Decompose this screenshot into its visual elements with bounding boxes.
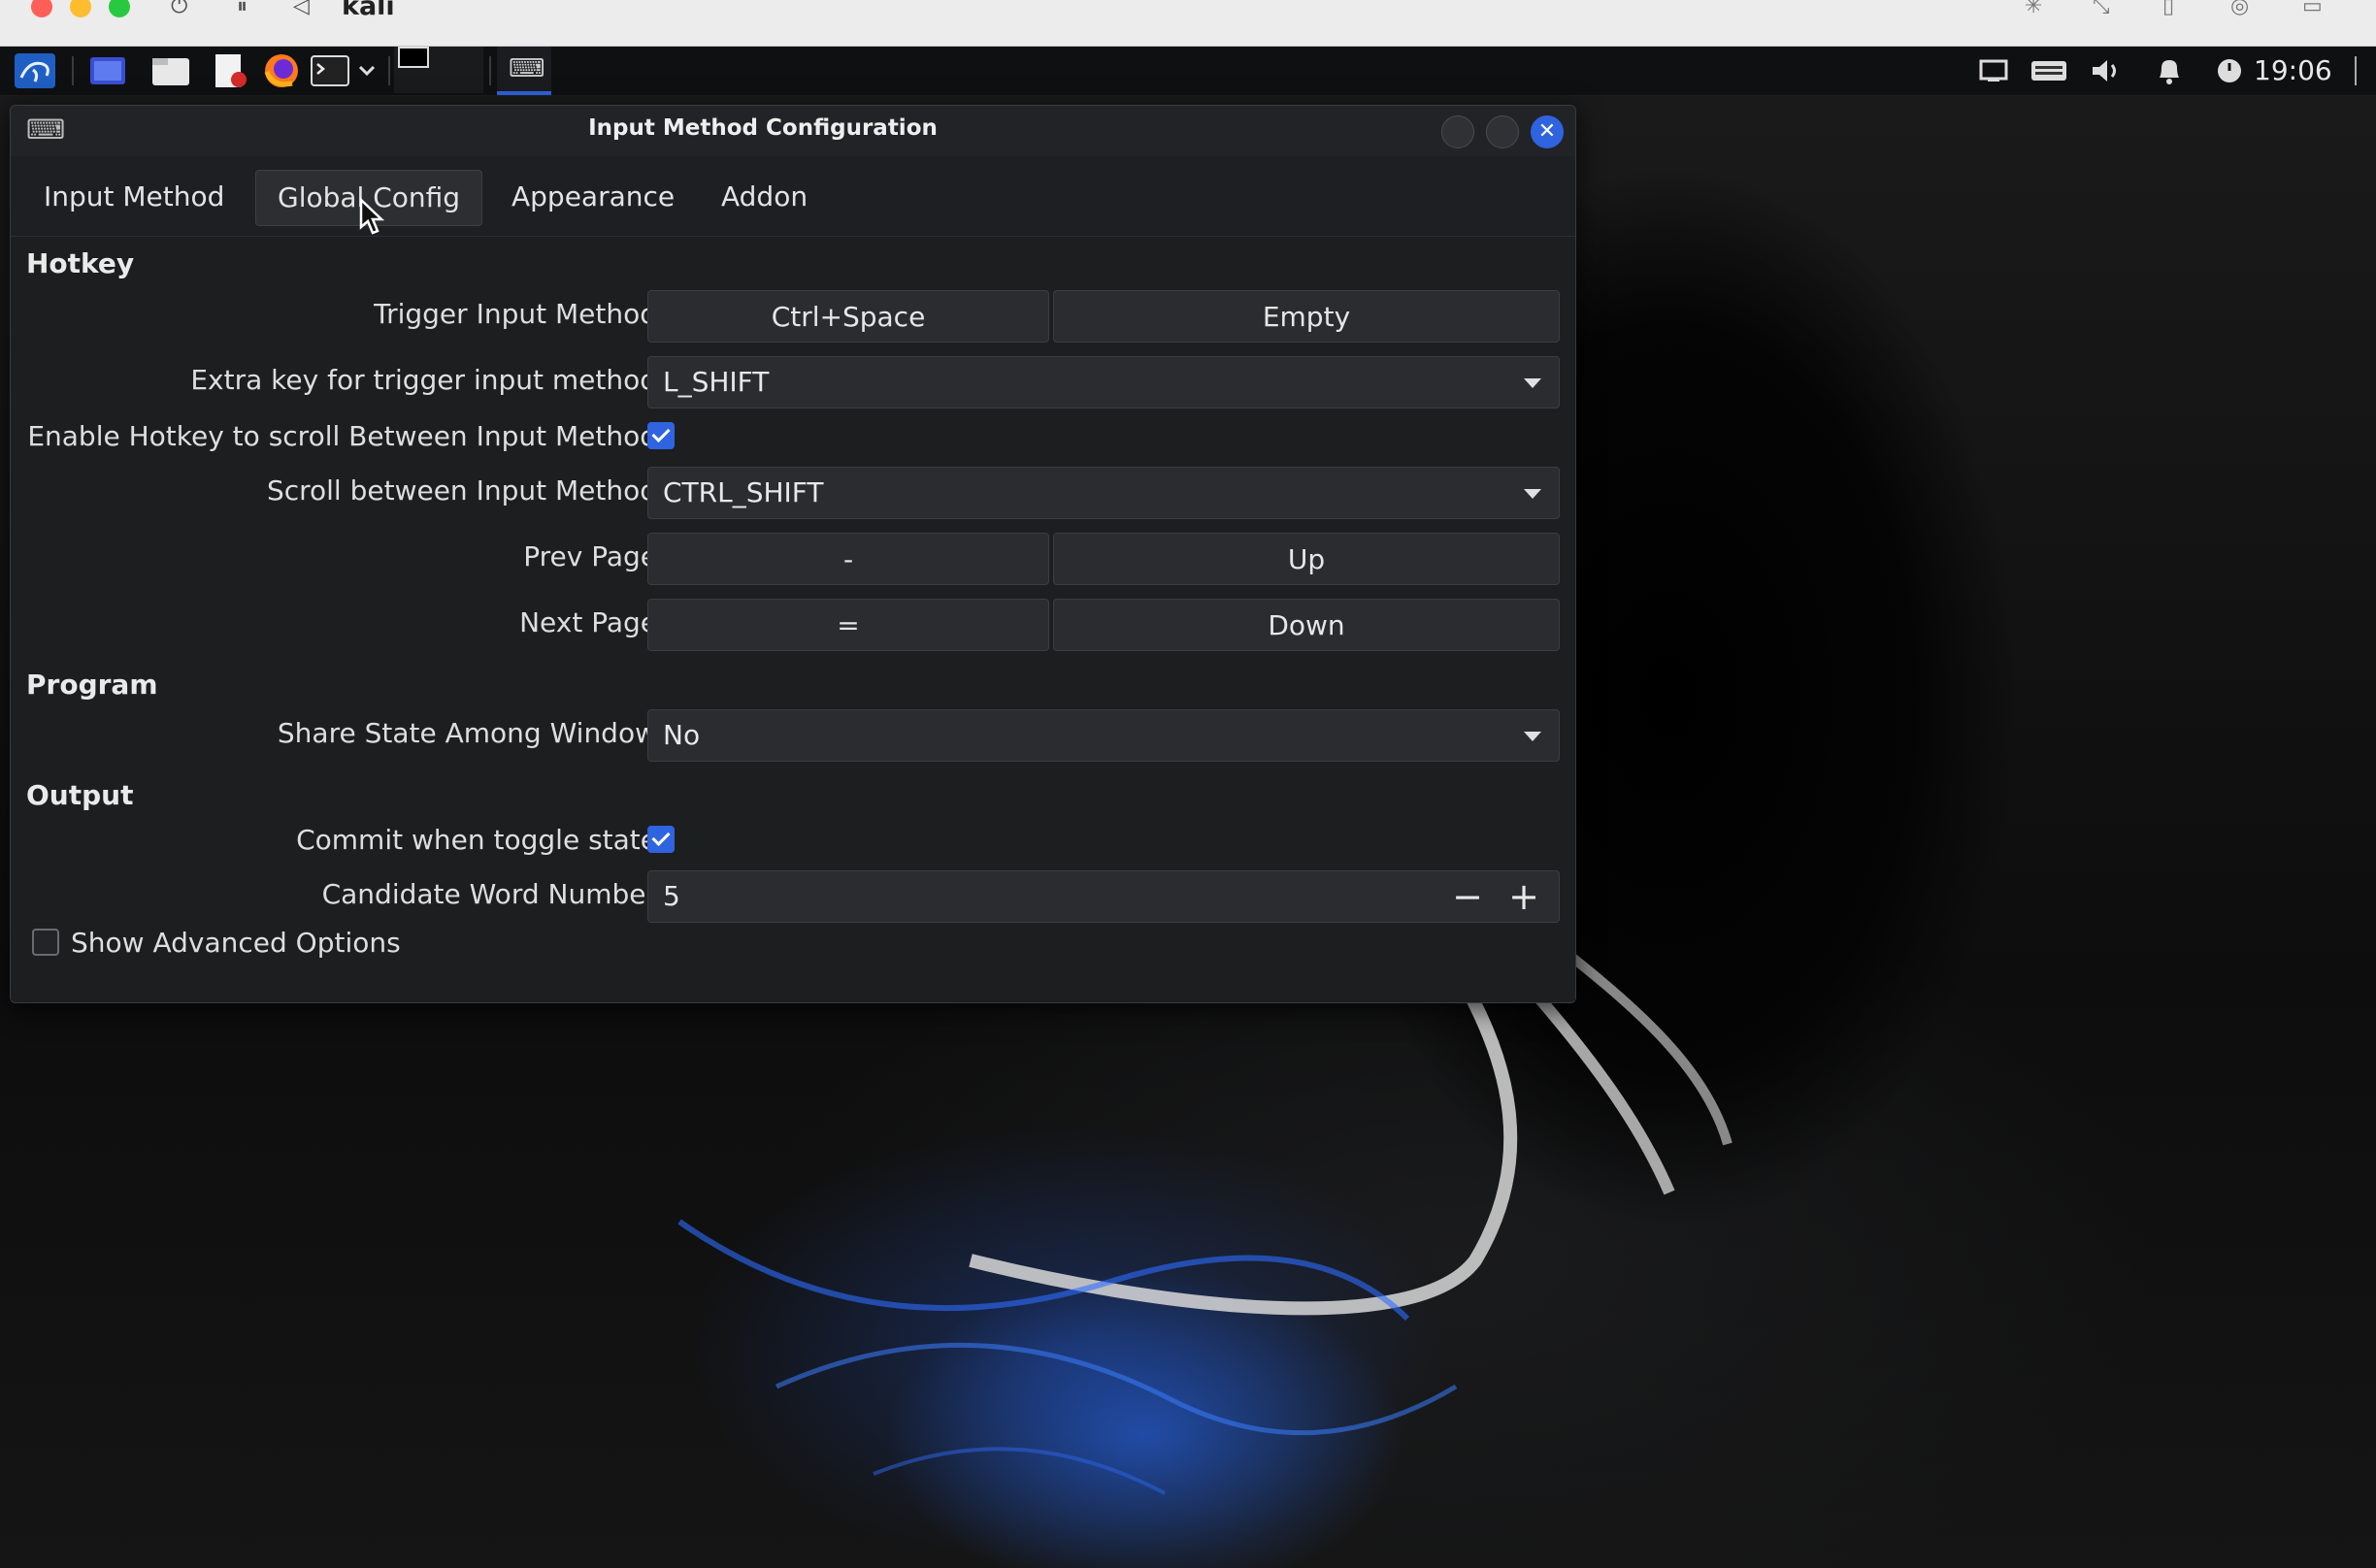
- window-title: Input Method Configuration: [588, 115, 938, 141]
- section-program: Program: [26, 669, 158, 701]
- candidate-number-spinbox[interactable]: 5 − +: [647, 870, 1560, 923]
- section-hotkey: Hotkey: [26, 247, 135, 279]
- tab-addon[interactable]: Addon: [700, 170, 829, 224]
- candidate-label: Candidate Word Number: [321, 878, 657, 910]
- zoom-light-icon[interactable]: [109, 0, 130, 17]
- scroll-select[interactable]: CTRL_SHIFT: [647, 467, 1560, 519]
- workspace-switcher[interactable]: [394, 47, 483, 93]
- back-icon[interactable]: ◁: [293, 0, 310, 18]
- terminal-icon[interactable]: [309, 52, 351, 89]
- bell-icon[interactable]: [2153, 52, 2186, 89]
- chevron-down-icon[interactable]: [353, 52, 380, 89]
- global-config-panel: Hotkey Trigger Input Method Ctrl+Space E…: [11, 238, 1575, 1000]
- extra-key-label: Extra key for trigger input method: [190, 364, 657, 396]
- share-state-label: Share State Among Window: [277, 717, 657, 749]
- window-titlebar[interactable]: ⌨ Input Method Configuration ✕: [11, 106, 1575, 156]
- device-icon[interactable]: ▯: [2162, 0, 2174, 18]
- plus-icon: +: [1508, 875, 1539, 918]
- section-output: Output: [26, 779, 134, 811]
- files-icon[interactable]: [149, 52, 192, 89]
- enable-scroll-label: Enable Hotkey to scroll Between Input Me…: [27, 420, 657, 452]
- prev-key2-button[interactable]: Up: [1053, 533, 1560, 585]
- decrement-button[interactable]: −: [1440, 871, 1495, 922]
- disc-icon[interactable]: ◎: [2230, 0, 2249, 18]
- maximize-button[interactable]: [1486, 115, 1519, 148]
- power-icon[interactable]: ⏻: [171, 0, 187, 18]
- display-icon[interactable]: [1976, 52, 2011, 89]
- kali-menu-icon[interactable]: [12, 52, 58, 89]
- workspace-icon[interactable]: [87, 52, 128, 89]
- share-state-value: No: [663, 719, 701, 751]
- next-key2-button[interactable]: Down: [1053, 599, 1560, 651]
- pause-icon[interactable]: ⏸: [237, 0, 248, 18]
- dropdown-arrow-icon: [1524, 732, 1541, 741]
- trigger-key2-button[interactable]: Empty: [1053, 290, 1560, 343]
- extra-key-select[interactable]: L_SHIFT: [647, 356, 1560, 408]
- clock[interactable]: 19:06: [2254, 54, 2332, 86]
- trigger-label: Trigger Input Method: [374, 298, 657, 330]
- scroll-label: Scroll between Input Method: [266, 474, 657, 506]
- prev-page-label: Prev Page: [523, 540, 657, 572]
- trigger-key1-button[interactable]: Ctrl+Space: [647, 290, 1049, 343]
- advanced-options-checkbox[interactable]: [32, 929, 59, 956]
- scroll-value: CTRL_SHIFT: [663, 476, 824, 508]
- host-title: kali: [342, 0, 395, 21]
- candidate-value[interactable]: 5: [663, 871, 680, 922]
- input-method-config-window: ⌨ Input Method Configuration ✕ Input Met…: [10, 105, 1576, 1003]
- close-button[interactable]: ✕: [1531, 115, 1564, 148]
- next-key1-button[interactable]: =: [647, 599, 1049, 651]
- top-panel: ⌨ 19:06: [0, 47, 2376, 96]
- close-icon: ✕: [1537, 119, 1557, 144]
- advanced-options-label[interactable]: Show Advanced Options: [71, 927, 401, 959]
- volume-icon[interactable]: [2089, 52, 2124, 89]
- close-light-icon[interactable]: [31, 0, 52, 17]
- commit-label: Commit when toggle state: [296, 824, 657, 856]
- minimize-button[interactable]: [1441, 115, 1474, 148]
- dropdown-arrow-icon: [1524, 489, 1541, 499]
- resize-icon[interactable]: ⤡: [2093, 0, 2110, 18]
- minus-icon: −: [1452, 875, 1483, 918]
- tab-appearance[interactable]: Appearance: [490, 170, 696, 224]
- firefox-icon[interactable]: [260, 52, 303, 89]
- tab-input-method[interactable]: Input Method: [22, 170, 246, 224]
- increment-button[interactable]: +: [1497, 871, 1551, 922]
- keyboard-indicator-icon: ⌨: [509, 54, 545, 83]
- text-editor-icon[interactable]: [208, 52, 250, 89]
- mouse-cursor-icon: [359, 197, 385, 241]
- power-icon[interactable]: [2213, 52, 2246, 89]
- keyboard-icon[interactable]: [2029, 52, 2069, 89]
- brightness-icon[interactable]: ✳: [2025, 0, 2042, 18]
- extra-key-value: L_SHIFT: [663, 366, 770, 398]
- taskbar-window-button[interactable]: ⌨: [497, 47, 551, 95]
- window-icon[interactable]: ▭: [2302, 0, 2323, 18]
- enable-scroll-checkbox[interactable]: [647, 422, 675, 449]
- dropdown-arrow-icon: [1524, 378, 1541, 388]
- host-titlebar: ⏻ ⏸ ◁ kali ✳ ⤡ ▯ ◎ ▭: [0, 0, 2376, 47]
- next-page-label: Next Page: [519, 606, 657, 638]
- prev-key1-button[interactable]: -: [647, 533, 1049, 585]
- share-state-select[interactable]: No: [647, 709, 1560, 762]
- tab-bar: Input Method Global Config Appearance Ad…: [11, 156, 1575, 237]
- commit-checkbox[interactable]: [647, 826, 675, 853]
- minimize-light-icon[interactable]: [70, 0, 91, 17]
